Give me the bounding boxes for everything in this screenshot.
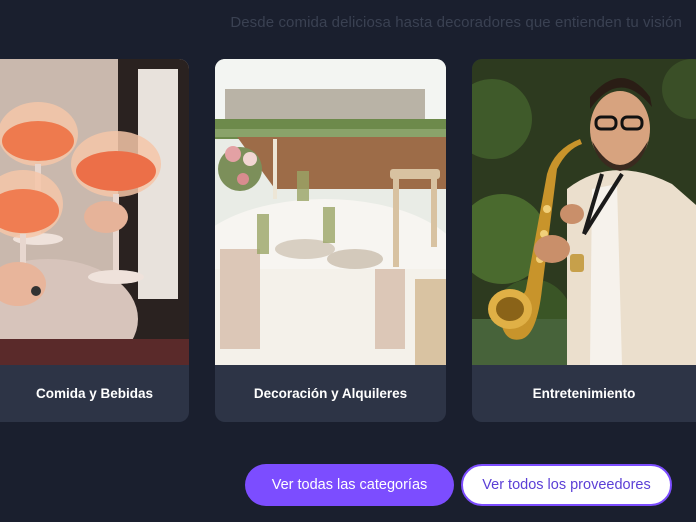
- view-all-categories-button[interactable]: Ver todas las categorías: [245, 464, 454, 506]
- decoration-rentals-photo: [215, 59, 446, 365]
- food-drinks-photo: [0, 59, 189, 365]
- view-all-providers-button[interactable]: Ver todos los proveedores: [461, 464, 672, 506]
- category-label-entertainment: Entretenimiento: [532, 386, 636, 401]
- category-card-entertainment[interactable]: Entretenimiento: [472, 59, 696, 422]
- category-label-decoration: Decoración y Alquileres: [253, 386, 408, 401]
- category-card-food[interactable]: Comida y Bebidas: [0, 59, 189, 422]
- entertainment-photo: [472, 59, 696, 365]
- category-label-food: Comida y Bebidas: [35, 386, 154, 401]
- category-card-decoration[interactable]: Decoración y Alquileres: [215, 59, 446, 422]
- section-subtitle: Desde comida deliciosa hasta decoradores…: [230, 14, 682, 31]
